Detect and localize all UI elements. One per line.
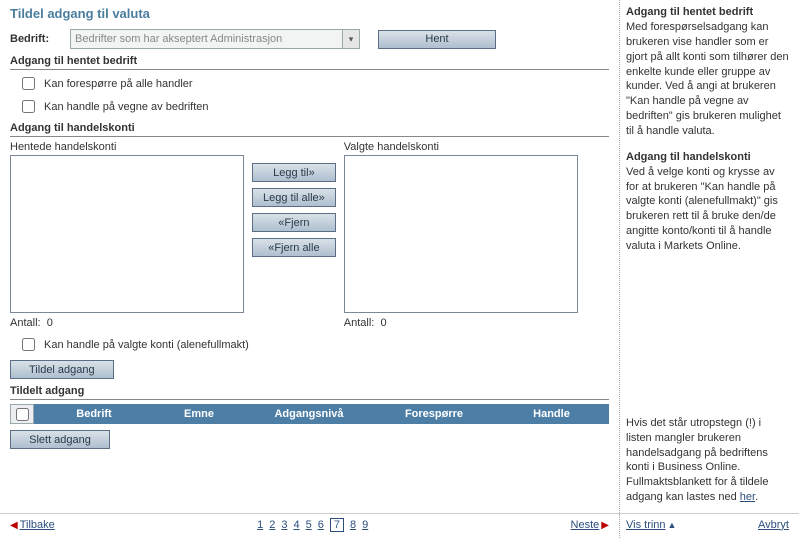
page-1[interactable]: 1 bbox=[257, 519, 263, 531]
slett-adgang-button[interactable]: Slett adgang bbox=[10, 430, 110, 449]
hent-button[interactable]: Hent bbox=[378, 30, 496, 49]
hentede-label: Hentede handelskonti bbox=[10, 141, 244, 153]
pager: 123456789 bbox=[257, 518, 368, 532]
chk-alenefullmakt[interactable] bbox=[22, 338, 35, 351]
bedrift-select-value: Bedrifter som har akseptert Administrasj… bbox=[75, 33, 282, 45]
hentede-listbox[interactable] bbox=[10, 155, 244, 313]
col-adgangsnivaa: Adgangsnivå bbox=[244, 408, 374, 420]
valgte-label: Valgte handelskonti bbox=[344, 141, 578, 153]
page-9[interactable]: 9 bbox=[362, 519, 368, 531]
her-link[interactable]: her bbox=[740, 491, 755, 503]
show-steps-text: Vis trinn bbox=[626, 519, 666, 531]
right-count-value: 0 bbox=[380, 317, 386, 329]
left-count-value: 0 bbox=[47, 317, 53, 329]
next-link[interactable]: Neste▶ bbox=[571, 519, 609, 531]
show-steps-link[interactable]: Vis trinn▲ bbox=[626, 519, 676, 531]
col-bedrift: Bedrift bbox=[34, 408, 154, 420]
side-h1: Adgang til hentet bedrift bbox=[626, 6, 789, 18]
remove-button[interactable]: «Fjern bbox=[252, 213, 336, 232]
page-6[interactable]: 6 bbox=[318, 519, 324, 531]
right-count-label: Antall: bbox=[344, 317, 375, 329]
chk-handle-vegne-label: Kan handle på vegne av bedriften bbox=[44, 101, 209, 113]
col-foresporre: Forespørre bbox=[374, 408, 494, 420]
chk-foresporre-alle[interactable] bbox=[22, 77, 35, 90]
assigned-table-header: Bedrift Emne Adgangsnivå Forespørre Hand… bbox=[10, 404, 609, 424]
back-link[interactable]: ◀Tilbake bbox=[10, 519, 55, 531]
add-button[interactable]: Legg til» bbox=[252, 163, 336, 182]
next-link-text: Neste bbox=[571, 519, 600, 531]
chevron-down-icon: ▾ bbox=[342, 30, 359, 48]
tildel-adgang-button[interactable]: Tildel adgang bbox=[10, 360, 114, 379]
page-3[interactable]: 3 bbox=[281, 519, 287, 531]
page-8[interactable]: 8 bbox=[350, 519, 356, 531]
triangle-up-icon: ▲ bbox=[668, 520, 677, 530]
bedrift-label: Bedrift: bbox=[10, 33, 70, 45]
side-p1: Med forespørselsadgang kan brukeren vise… bbox=[626, 20, 789, 139]
side-p3b: . bbox=[755, 491, 758, 503]
left-count-label: Antall: bbox=[10, 317, 41, 329]
select-all-checkbox[interactable] bbox=[16, 408, 29, 421]
valgte-listbox[interactable] bbox=[344, 155, 578, 313]
page-title: Tildel adgang til valuta bbox=[10, 6, 609, 21]
side-p2: Ved å velge konti og krysse av for at br… bbox=[626, 165, 789, 254]
triangle-right-icon: ▶ bbox=[601, 520, 609, 531]
handelskonti-header: Adgang til handelskonti bbox=[10, 122, 609, 137]
page-5[interactable]: 5 bbox=[306, 519, 312, 531]
add-all-button[interactable]: Legg til alle» bbox=[252, 188, 336, 207]
back-link-text: Tilbake bbox=[20, 519, 55, 531]
bedrift-select[interactable]: Bedrifter som har akseptert Administrasj… bbox=[70, 29, 360, 49]
tildelt-adgang-header: Tildelt adgang bbox=[10, 385, 609, 400]
chk-foresporre-alle-label: Kan forespørre på alle handler bbox=[44, 78, 193, 90]
chk-handle-vegne[interactable] bbox=[22, 100, 35, 113]
page-7: 7 bbox=[330, 518, 344, 532]
page-2[interactable]: 2 bbox=[269, 519, 275, 531]
triangle-left-icon: ◀ bbox=[10, 520, 18, 531]
col-emne: Emne bbox=[154, 408, 244, 420]
side-p3: Hvis det står utropstegn (!) i listen ma… bbox=[626, 416, 789, 505]
cancel-link[interactable]: Avbryt bbox=[758, 519, 789, 531]
hentet-bedrift-header: Adgang til hentet bedrift bbox=[10, 55, 609, 70]
page-4[interactable]: 4 bbox=[293, 519, 299, 531]
side-h2: Adgang til handelskonti bbox=[626, 151, 789, 163]
remove-all-button[interactable]: «Fjern alle bbox=[252, 238, 336, 257]
chk-alenefullmakt-label: Kan handle på valgte konti (alenefullmak… bbox=[44, 339, 249, 351]
col-handle: Handle bbox=[494, 408, 609, 420]
